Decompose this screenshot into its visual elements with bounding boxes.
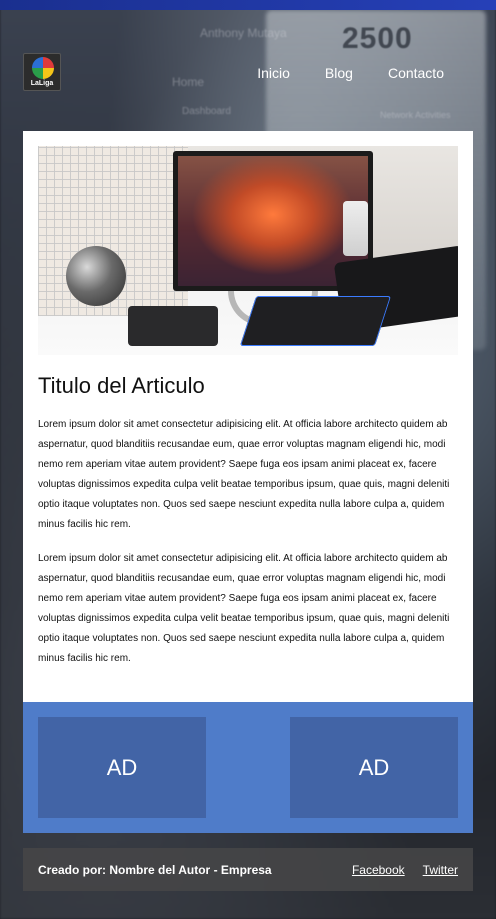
site-footer: Creado por: Nombre del Autor - Empresa F… bbox=[23, 848, 473, 891]
background-name: Anthony Mutaya bbox=[200, 26, 287, 40]
background-section: Network Activities bbox=[380, 110, 451, 120]
nav-link-inicio[interactable]: Inicio bbox=[257, 65, 290, 81]
hero-speaker bbox=[343, 201, 368, 256]
laliga-logo-icon bbox=[32, 57, 54, 79]
nav-link-contacto[interactable]: Contacto bbox=[388, 65, 444, 81]
site-logo[interactable]: LaLiga bbox=[23, 53, 61, 91]
article-paragraph: Lorem ipsum dolor sit amet consectetur a… bbox=[38, 553, 450, 664]
background-menu-dashboard: Dashboard bbox=[182, 106, 231, 117]
footer-credit: Creado por: Nombre del Autor - Empresa bbox=[38, 862, 272, 877]
article-hero-image bbox=[38, 146, 458, 355]
article-title: Titulo del Articulo bbox=[38, 373, 205, 398]
main-nav: Inicio Blog Contacto bbox=[257, 65, 444, 81]
article-card: Titulo del Articulo Lorem ipsum dolor si… bbox=[23, 131, 473, 702]
footer-link-twitter[interactable]: Twitter bbox=[423, 863, 458, 877]
hero-lamp bbox=[66, 246, 126, 306]
browser-top-bar bbox=[0, 0, 496, 10]
hero-keyboard bbox=[239, 296, 392, 346]
nav-link-blog[interactable]: Blog bbox=[325, 65, 353, 81]
ads-band: AD AD bbox=[23, 702, 473, 833]
footer-social-links: Facebook Twitter bbox=[352, 863, 458, 877]
background-stat: 2500 bbox=[342, 22, 413, 55]
background-menu-home: Home bbox=[172, 75, 205, 89]
article-paragraph: Lorem ipsum dolor sit amet consectetur a… bbox=[38, 419, 450, 530]
footer-link-facebook[interactable]: Facebook bbox=[352, 863, 405, 877]
logo-text: LaLiga bbox=[30, 80, 54, 87]
hero-dock bbox=[128, 306, 218, 346]
ad-slot-left[interactable]: AD bbox=[38, 717, 206, 818]
ad-slot-right[interactable]: AD bbox=[290, 717, 458, 818]
